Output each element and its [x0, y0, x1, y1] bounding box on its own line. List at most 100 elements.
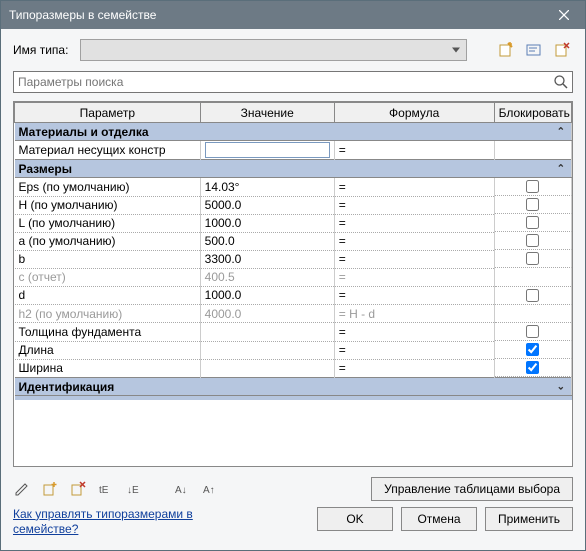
row-h: H (по умолчанию) 5000.0 = [15, 196, 572, 214]
value-cell: 4000.0 [200, 305, 334, 323]
param-name[interactable]: Толщина фундамента [15, 323, 201, 342]
value-cell[interactable] [200, 341, 334, 359]
help-link[interactable]: Как управлять типоразмерами в семействе? [13, 507, 213, 538]
svg-text:↓E: ↓E [127, 485, 139, 496]
row-d: d 1000.0 = [15, 286, 572, 305]
lock-checkbox[interactable] [526, 289, 539, 302]
row-a: a (по умолчанию) 500.0 = [15, 232, 572, 250]
formula-cell[interactable]: = [334, 286, 494, 305]
formula-cell[interactable]: = [334, 196, 494, 214]
ok-button[interactable]: OK [317, 507, 393, 531]
value-cell[interactable]: 14.03° [200, 178, 334, 197]
cancel-button[interactable]: Отмена [401, 507, 477, 531]
lock-checkbox[interactable] [526, 198, 539, 211]
group-ident[interactable]: Идентификация⌄ [15, 378, 572, 396]
formula-cell: = [334, 268, 494, 286]
row-b: b 3300.0 = [15, 250, 572, 268]
grid-header-row: Параметр Значение Формула Блокировать [15, 103, 572, 123]
lock-checkbox[interactable] [526, 216, 539, 229]
value-cell[interactable] [200, 359, 334, 378]
formula-cell[interactable]: = [334, 178, 494, 197]
formula-cell[interactable]: = [334, 141, 494, 160]
search-row [13, 71, 573, 93]
param-name[interactable]: Материал несущих констр [15, 141, 201, 160]
dialog-content: Имя типа: [1, 29, 585, 550]
param-name[interactable]: H (по умолчанию) [15, 196, 201, 214]
delete-parameter-button[interactable] [69, 480, 87, 498]
value-cell[interactable]: 1000.0 [200, 214, 334, 232]
group-sizes[interactable]: Размеры ⌃ [15, 160, 572, 178]
sort-desc-icon: A↑ [203, 481, 217, 497]
search-input[interactable] [13, 71, 573, 93]
new-param-icon [42, 481, 58, 497]
formula-cell[interactable]: = [334, 359, 494, 378]
group-materials[interactable]: Материалы и отделка⌃ [15, 123, 572, 141]
value-cell[interactable]: 5000.0 [200, 196, 334, 214]
value-cell[interactable]: 1000.0 [200, 286, 334, 305]
sort-asc-button[interactable]: A↓ [173, 480, 191, 498]
formula-cell[interactable]: = [334, 232, 494, 250]
row-len: Длина = [15, 341, 572, 359]
param-name[interactable]: Ширина [15, 359, 201, 378]
lock-checkbox[interactable] [526, 343, 539, 356]
param-name: h2 (по умолчанию) [15, 305, 201, 323]
row-material: Материал несущих констр = [15, 141, 572, 160]
param-name[interactable]: L (по умолчанию) [15, 214, 201, 232]
type-name-label: Имя типа: [13, 43, 68, 57]
param-name[interactable]: a (по умолчанию) [15, 232, 201, 250]
row-thick: Толщина фундамента = [15, 323, 572, 342]
close-button[interactable] [543, 1, 585, 29]
lock-checkbox[interactable] [526, 180, 539, 193]
move-up-button[interactable]: tE [97, 480, 115, 498]
col-header-lock[interactable]: Блокировать [494, 103, 571, 123]
search-icon [553, 74, 569, 90]
delete-type-button[interactable] [551, 39, 573, 61]
col-header-formula[interactable]: Формула [334, 103, 494, 123]
param-name[interactable]: Длина [15, 341, 201, 359]
pencil-icon [14, 481, 30, 497]
formula-cell[interactable]: = [334, 250, 494, 268]
sort-desc-button[interactable]: A↑ [201, 480, 219, 498]
col-header-param[interactable]: Параметр [15, 103, 201, 123]
move-up-icon: tE [99, 481, 113, 497]
edit-parameter-button[interactable] [13, 480, 31, 498]
value-cell[interactable]: 500.0 [200, 232, 334, 250]
param-name[interactable]: b [15, 250, 201, 268]
row-l: L (по умолчанию) 1000.0 = [15, 214, 572, 232]
grid-empty-area [14, 400, 572, 466]
lock-checkbox[interactable] [526, 252, 539, 265]
param-name[interactable]: Eps (по умолчанию) [15, 178, 201, 197]
group-sizes-label: Размеры [19, 162, 72, 176]
value-cell: 400.5 [200, 268, 334, 286]
bottom-toolbar: tE ↓E A↓ A↑ Управление таблицами выбора [13, 477, 573, 501]
lock-checkbox[interactable] [526, 325, 539, 338]
value-cell[interactable] [200, 323, 334, 342]
formula-cell[interactable]: = [334, 214, 494, 232]
sort-asc-icon: A↓ [175, 481, 189, 497]
new-parameter-button[interactable] [41, 480, 59, 498]
footer: Как управлять типоразмерами в семействе?… [13, 507, 573, 542]
lock-checkbox[interactable] [526, 234, 539, 247]
rename-type-button[interactable] [523, 39, 545, 61]
type-name-row: Имя типа: [13, 39, 573, 61]
delete-type-icon [554, 42, 570, 58]
lock-checkbox[interactable] [526, 361, 539, 374]
collapse-icon: ⌃ [557, 163, 565, 174]
param-name[interactable]: d [15, 286, 201, 305]
col-header-value[interactable]: Значение [200, 103, 334, 123]
move-down-button[interactable]: ↓E [125, 480, 143, 498]
title-bar: Типоразмеры в семействе [1, 1, 585, 29]
manage-tables-button[interactable]: Управление таблицами выбора [371, 477, 573, 501]
parameter-grid: Параметр Значение Формула Блокировать Ма… [13, 101, 573, 467]
svg-text:A↓: A↓ [175, 485, 187, 496]
formula-cell[interactable]: = [334, 323, 494, 342]
new-type-button[interactable] [495, 39, 517, 61]
dialog-window: Типоразмеры в семействе Имя типа: [0, 0, 586, 551]
collapse-icon: ⌃ [557, 126, 565, 137]
type-name-dropdown[interactable] [80, 39, 467, 61]
value-cell[interactable]: 3300.0 [200, 250, 334, 268]
row-h2: h2 (по умолчанию) 4000.0 = H - d [15, 305, 572, 323]
material-value-input[interactable] [205, 142, 330, 158]
apply-button[interactable]: Применить [485, 507, 573, 531]
formula-cell[interactable]: = [334, 341, 494, 359]
